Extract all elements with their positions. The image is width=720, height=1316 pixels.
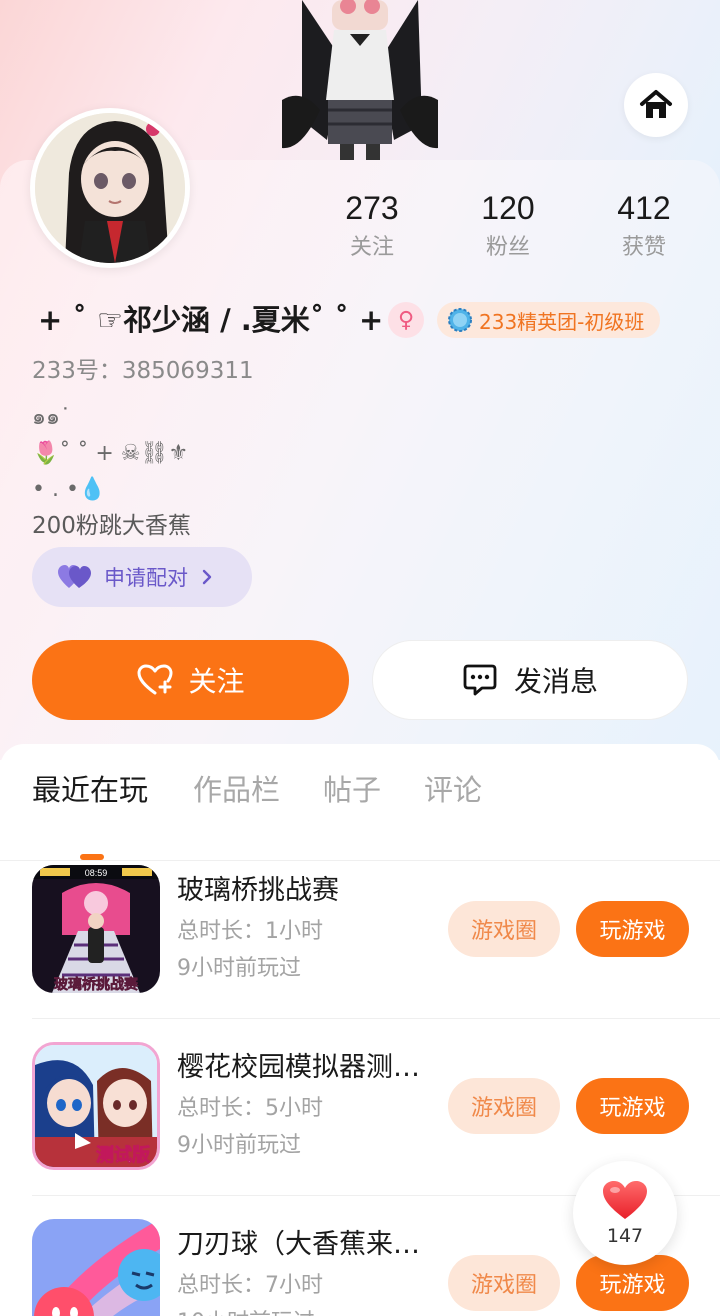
- globe-badge-icon: [448, 308, 472, 332]
- like-count: 147: [606, 1225, 644, 1247]
- game-last-played: 9小时前玩过: [177, 1133, 301, 1158]
- chevron-right-icon: [202, 569, 212, 585]
- bio-line: 🌷˚ ˚ + ☠⛓⚜: [32, 441, 189, 466]
- heart-icon: [603, 1181, 647, 1219]
- game-circle-button[interactable]: 游戏圈: [448, 1255, 560, 1311]
- game-cover-hud-time: 08:59: [85, 868, 108, 878]
- double-heart-icon: [58, 565, 91, 588]
- game-cover-image: 测试版: [35, 1045, 157, 1167]
- avatar-portrait-image: [35, 113, 185, 263]
- tab-recently-played[interactable]: 最近在玩: [32, 772, 148, 808]
- bio-line: 200粉跳大香蕉: [32, 513, 191, 539]
- user-id: 233号：385069311: [32, 358, 254, 384]
- tabs-divider: [0, 860, 720, 861]
- stat-likes-count: 412: [617, 190, 671, 226]
- game-cover-image: 08:59 玻璃桥挑战赛: [32, 865, 160, 993]
- user-nickname: + ˚ ☞祁少涵 / .夏米˚ ˚ +: [38, 303, 384, 337]
- send-message-label: 发消息: [513, 665, 598, 698]
- game-row[interactable]: 08:59 玻璃桥挑战赛 玻璃桥挑战赛 总时长：1小时 9小时前玩过 游戏圈 玩…: [0, 865, 720, 1015]
- stat-followers-count: 120: [481, 190, 535, 226]
- game-cover-title: 测试版: [96, 1144, 150, 1166]
- character-figure-image: [282, 0, 438, 160]
- title-tag-badge[interactable]: 233精英团-初级班: [437, 302, 661, 338]
- game-circle-button[interactable]: 游戏圈: [448, 901, 560, 957]
- heart-plus-icon: [137, 664, 173, 695]
- tab-works[interactable]: 作品栏: [193, 772, 280, 808]
- game-title: 刀刃球（大香蕉来…: [177, 1229, 420, 1260]
- chat-bubble-icon: [463, 664, 497, 696]
- follow-label: 关注: [188, 665, 245, 698]
- row-divider: [32, 1018, 720, 1019]
- game-cover-image: [32, 1219, 160, 1316]
- stat-followers[interactable]: 120 粉丝: [448, 188, 568, 262]
- home-icon: [640, 90, 672, 118]
- apply-match-label: 申请配对: [104, 566, 188, 590]
- profile-tabs: 最近在玩 作品栏 帖子 评论: [0, 772, 720, 861]
- stat-following-count: 273: [345, 190, 399, 226]
- play-game-button[interactable]: 玩游戏: [576, 901, 689, 957]
- like-float-button[interactable]: 147: [573, 1161, 677, 1265]
- user-bio: ๑๑˙ 🌷˚ ˚ + ☠⛓⚜ • . •💧 200粉跳大香蕉: [32, 400, 452, 544]
- game-thumbnail[interactable]: 测试版: [32, 1042, 160, 1170]
- tab-comments[interactable]: 评论: [424, 772, 482, 808]
- game-circle-button[interactable]: 游戏圈: [448, 1078, 560, 1134]
- game-duration: 总时长：7小时: [177, 1273, 323, 1298]
- send-message-button[interactable]: 发消息: [372, 640, 688, 720]
- bio-line: • . •💧: [32, 477, 107, 502]
- game-thumbnail[interactable]: 08:59 玻璃桥挑战赛: [32, 865, 160, 993]
- stat-followers-label: 粉丝: [485, 235, 530, 260]
- game-cover-title: 玻璃桥挑战赛: [54, 976, 139, 993]
- stat-likes-label: 获赞: [621, 235, 666, 260]
- play-game-button[interactable]: 玩游戏: [576, 1078, 689, 1134]
- follow-button[interactable]: 关注: [32, 640, 349, 720]
- title-tag-label: 233精英团-初级班: [479, 309, 645, 334]
- user-avatar[interactable]: [30, 108, 190, 268]
- game-last-played: 9小时前玩过: [177, 956, 301, 981]
- game-duration: 总时长：1小时: [177, 919, 323, 944]
- game-last-played: 10小时前玩过: [177, 1308, 315, 1316]
- stat-following[interactable]: 273 关注: [312, 188, 432, 262]
- home-button[interactable]: [624, 73, 688, 137]
- stat-following-label: 关注: [349, 235, 394, 260]
- gender-female-icon: ♀: [388, 302, 424, 338]
- game-duration: 总时长：5小时: [177, 1096, 323, 1121]
- game-thumbnail[interactable]: [32, 1219, 160, 1316]
- tab-posts[interactable]: 帖子: [323, 772, 381, 808]
- apply-match-button[interactable]: 申请配对: [32, 547, 252, 607]
- bio-line: ๑๑˙: [32, 405, 71, 430]
- stat-likes[interactable]: 412 获赞: [584, 188, 704, 262]
- game-title: 樱花校园模拟器测…: [177, 1052, 420, 1083]
- game-title: 玻璃桥挑战赛: [177, 875, 339, 906]
